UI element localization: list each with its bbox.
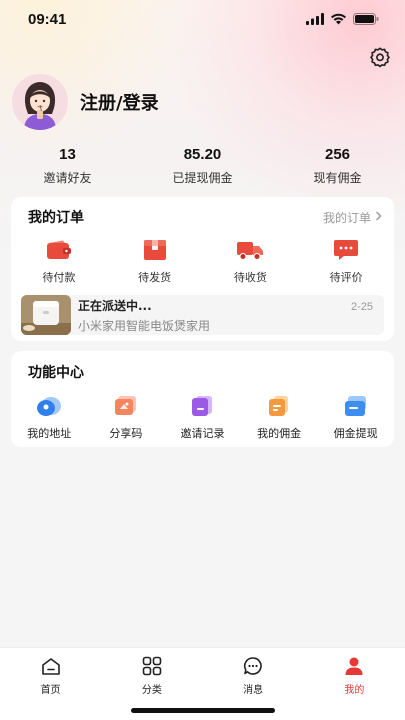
function-label: 我的佣金 xyxy=(257,427,302,440)
stats-row: 13 邀请好友 85.20 已提现佣金 256 现有佣金 xyxy=(0,146,405,186)
orders-card: 我的订单 我的订单 待付款 待发货 待收货 待评价 正在派送中... 小米家用智… xyxy=(11,197,394,341)
stat-value: 13 xyxy=(59,146,76,163)
share-code-icon xyxy=(112,393,140,419)
avatar[interactable] xyxy=(12,74,68,130)
delivery-product-name: 小米家用智能电饭煲家用 xyxy=(78,318,211,333)
home-icon xyxy=(40,656,62,676)
order-status-row: 待付款 待发货 待收货 待评价 xyxy=(11,237,394,285)
function-center-card: 功能中心 我的地址 分享码 邀请记录 我的佣金 佣金提现 xyxy=(11,351,394,447)
tab-label: 我的 xyxy=(344,685,365,696)
function-center-header: 功能中心 xyxy=(11,351,394,393)
function-withdraw-commission[interactable]: 佣金提现 xyxy=(317,393,394,441)
battery-icon xyxy=(353,10,379,29)
stat-label: 邀请好友 xyxy=(43,171,92,185)
tab-label: 消息 xyxy=(243,685,264,696)
signal-icon xyxy=(306,10,324,29)
delivery-status-item[interactable]: 正在派送中... 小米家用智能电饭煲家用 2-25 xyxy=(21,295,384,335)
stat-label: 现有佣金 xyxy=(313,171,362,185)
profile-section: 注册/登录 xyxy=(12,74,159,130)
login-register-link[interactable]: 注册/登录 xyxy=(80,89,159,115)
delivery-text: 正在派送中... 小米家用智能电饭煲家用 xyxy=(78,297,210,334)
profile-icon xyxy=(343,656,365,676)
status-icons xyxy=(306,10,379,29)
order-status-label: 待收货 xyxy=(233,271,267,284)
wallet-icon xyxy=(45,237,73,263)
function-my-address[interactable]: 我的地址 xyxy=(11,393,88,441)
category-icon xyxy=(141,656,163,676)
stat-withdrawn-commission[interactable]: 85.20 已提现佣金 xyxy=(135,146,270,186)
function-invite-records[interactable]: 邀请记录 xyxy=(164,393,241,441)
withdraw-icon xyxy=(342,393,370,419)
comment-icon xyxy=(332,237,360,263)
function-center-title: 功能中心 xyxy=(28,365,84,381)
order-status-to-ship[interactable]: 待发货 xyxy=(107,237,203,285)
product-thumbnail xyxy=(21,295,71,335)
stat-invited-friends[interactable]: 13 邀请好友 xyxy=(0,146,135,186)
gear-icon xyxy=(369,46,391,72)
commission-icon xyxy=(265,393,293,419)
orders-title: 我的订单 xyxy=(28,210,84,226)
tab-label: 首页 xyxy=(40,685,61,696)
all-orders-label: 我的订单 xyxy=(322,210,371,225)
delivery-date: 2-25 xyxy=(350,301,373,313)
home-indicator xyxy=(131,708,275,713)
orders-header: 我的订单 我的订单 xyxy=(11,197,394,237)
status-time: 09:41 xyxy=(28,10,67,28)
status-bar: 09:41 xyxy=(0,0,405,38)
tab-home[interactable]: 首页 xyxy=(0,648,101,720)
order-status-label: 待发货 xyxy=(138,271,172,284)
stat-value: 256 xyxy=(324,146,351,163)
tab-profile[interactable]: 我的 xyxy=(304,648,405,720)
invite-record-icon xyxy=(188,393,216,419)
function-label: 我的地址 xyxy=(27,427,72,440)
function-label: 邀请记录 xyxy=(180,427,225,440)
order-status-label: 待评价 xyxy=(329,271,363,284)
stat-value: 85.20 xyxy=(183,146,222,163)
order-status-unpaid[interactable]: 待付款 xyxy=(11,237,107,285)
order-status-to-review[interactable]: 待评价 xyxy=(298,237,394,285)
package-icon xyxy=(141,237,169,263)
function-share-code[interactable]: 分享码 xyxy=(88,393,165,441)
message-icon xyxy=(242,656,264,676)
all-orders-link[interactable]: 我的订单 xyxy=(323,209,382,226)
stat-label: 已提现佣金 xyxy=(172,171,233,185)
wifi-icon xyxy=(330,10,347,29)
order-status-label: 待付款 xyxy=(42,271,76,284)
truck-icon xyxy=(236,237,264,263)
tab-label: 分类 xyxy=(141,685,162,696)
chevron-right-icon xyxy=(375,210,382,224)
function-label: 佣金提现 xyxy=(333,427,378,440)
order-status-to-receive[interactable]: 待收货 xyxy=(203,237,299,285)
stat-current-commission[interactable]: 256 现有佣金 xyxy=(270,146,405,186)
settings-button[interactable] xyxy=(367,46,393,72)
delivery-status: 正在派送中... xyxy=(78,298,152,313)
location-icon xyxy=(35,393,63,419)
function-my-commission[interactable]: 我的佣金 xyxy=(241,393,318,441)
function-row: 我的地址 分享码 邀请记录 我的佣金 佣金提现 xyxy=(11,393,394,441)
function-label: 分享码 xyxy=(109,427,143,440)
